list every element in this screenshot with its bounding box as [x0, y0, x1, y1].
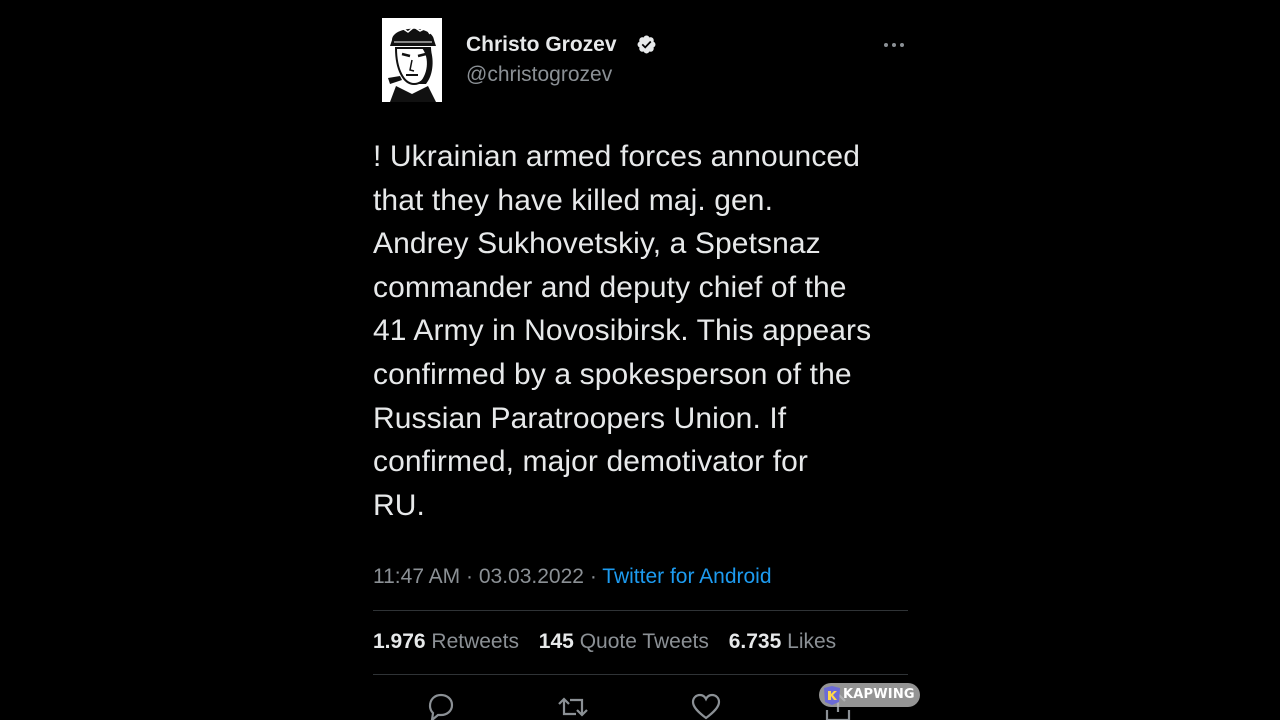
- kapwing-watermark: KAPWING: [819, 683, 920, 707]
- tweet-time[interactable]: 11:47 AM: [373, 565, 460, 588]
- quote-tweets-stat[interactable]: 145 Quote Tweets: [539, 630, 709, 653]
- author-name[interactable]: Christo Grozev: [466, 33, 617, 57]
- quote-tweets-count: 145: [538, 630, 574, 653]
- retweets-count: 1.976: [373, 630, 426, 653]
- kapwing-watermark-text: KAPWING: [843, 687, 915, 702]
- tweet-source-link[interactable]: Twitter for Android: [602, 565, 771, 588]
- tweet-date[interactable]: 03.03.2022: [479, 565, 584, 588]
- verified-badge-icon: [637, 35, 656, 54]
- retweet-icon[interactable]: [555, 690, 591, 720]
- author-handle[interactable]: @christogrozev: [466, 63, 612, 87]
- tweet-metadata: 11:47 AM · 03.03.2022 · Twitter for Andr…: [373, 565, 772, 589]
- likes-count: 6.735: [728, 630, 782, 653]
- tweet-text-line: Russian Paratroopers Union. If: [373, 401, 787, 435]
- meta-separator: ·: [589, 565, 597, 588]
- tweet-text-line: that they have killed maj. gen.: [373, 183, 773, 217]
- quote-tweets-label: Quote Tweets: [579, 630, 709, 653]
- divider: [373, 674, 908, 675]
- tweet-text-line: RU.: [373, 488, 425, 522]
- reply-icon[interactable]: [422, 690, 458, 720]
- tweet-text-line: 41 Army in Novosibirsk. This appears: [373, 314, 872, 348]
- likes-stat[interactable]: 6.735 Likes: [729, 630, 836, 653]
- tweet-text-line: confirmed, major demotivator for: [373, 445, 809, 479]
- retweets-stat[interactable]: 1.976 Retweets: [373, 630, 519, 653]
- meta-separator: ·: [466, 565, 474, 588]
- more-horizontal-icon[interactable]: [878, 32, 910, 58]
- tweet-text-line: confirmed by a spokesperson of the: [373, 357, 852, 391]
- divider: [373, 610, 908, 611]
- tweet-text-line: ! Ukrainian armed forces announced: [373, 140, 861, 173]
- tweet-stats: 1.976 Retweets 145 Quote Tweets 6.735 Li…: [373, 630, 850, 654]
- tweet-text-line: Andrey Sukhovetskiy, a Spetsnaz: [373, 227, 821, 261]
- author-avatar[interactable]: [382, 18, 442, 102]
- likes-label: Likes: [787, 630, 837, 653]
- tweet-text-line: commander and deputy chief of the: [373, 270, 847, 304]
- tweet-text: ! Ukrainian armed forces announced that …: [373, 135, 918, 527]
- like-icon[interactable]: [688, 690, 724, 720]
- retweets-label: Retweets: [431, 630, 519, 653]
- kapwing-logo-icon: [824, 686, 840, 705]
